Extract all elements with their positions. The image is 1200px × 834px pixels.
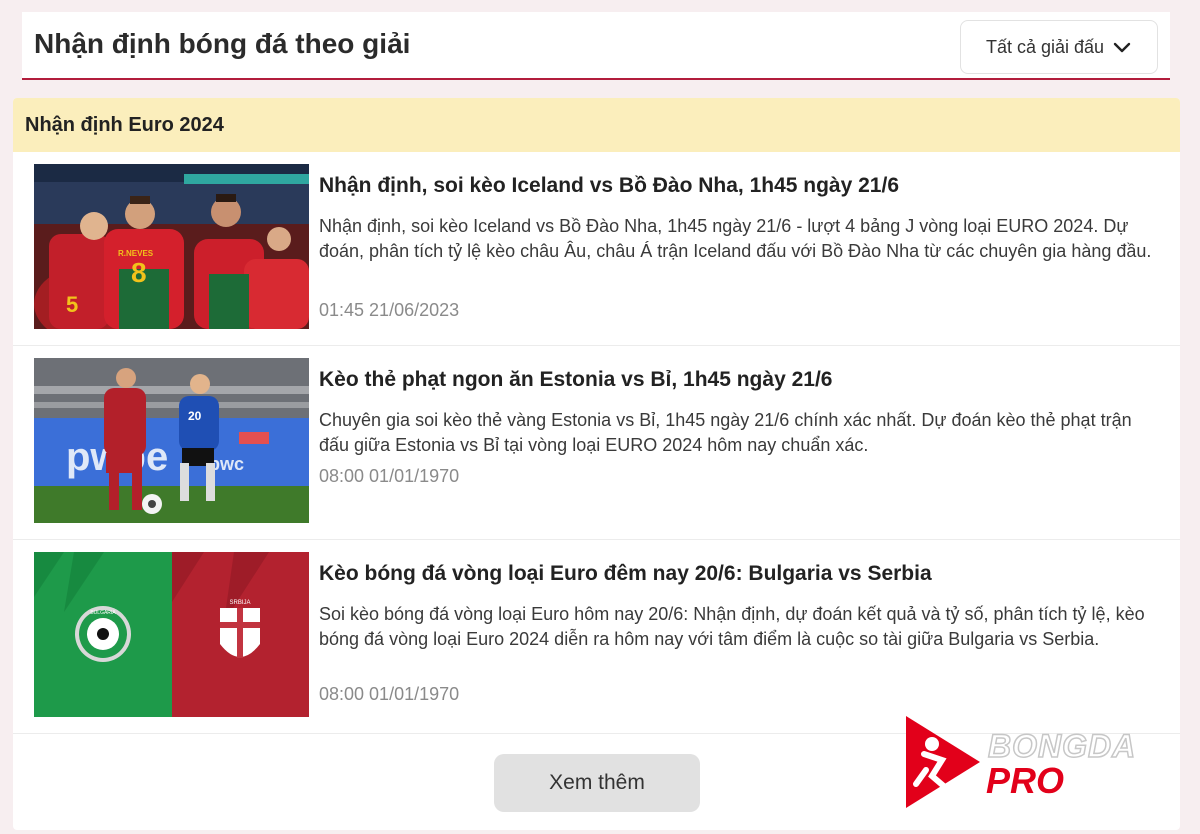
svg-text:5: 5 xyxy=(66,292,78,317)
article-date: 08:00 01/01/1970 xyxy=(319,466,460,486)
chevron-down-icon xyxy=(1113,42,1131,53)
article-title[interactable]: Kèo bóng đá vòng loại Euro đêm nay 20/6:… xyxy=(319,562,1159,586)
svg-text:8: 8 xyxy=(131,257,147,288)
football-match-image: pwbe pwc 20 xyxy=(34,358,309,523)
serbia-crest-text: SRBIJA xyxy=(229,600,250,606)
article-title[interactable]: Nhận định, soi kèo Iceland vs Bồ Đào Nha… xyxy=(319,174,1159,198)
article-thumbnail[interactable]: BULGARIA SRBIJA xyxy=(34,552,309,717)
article-date: 01:45 21/06/2023 xyxy=(319,300,460,320)
bulgaria-vs-serbia-image: BULGARIA SRBIJA xyxy=(34,552,309,717)
article-date: 08:00 01/01/1970 xyxy=(319,684,460,704)
article-description: Soi kèo bóng đá vòng loại Euro hôm nay 2… xyxy=(319,604,1145,649)
svg-text:20: 20 xyxy=(188,409,202,423)
article-description: Chuyên gia soi kèo thẻ vàng Estonia vs B… xyxy=(319,410,1132,455)
bongda-pro-logo: BONGDA PRO xyxy=(902,712,1166,812)
page-header: Nhận định bóng đá theo giải Tất cả giải … xyxy=(22,12,1170,80)
play-icon xyxy=(906,716,980,808)
page-title: Nhận định bóng đá theo giải xyxy=(34,28,411,59)
article-thumbnail[interactable]: 8 R.NEVES 5 xyxy=(34,164,309,329)
article-item: pwbe pwc 20 Kèo thẻ phạt ngon ăn Estonia… xyxy=(13,346,1180,540)
section-title: Nhận định Euro 2024 xyxy=(13,98,1180,152)
league-select-value: Tất cả giải đấu xyxy=(985,36,1105,57)
article-title[interactable]: Kèo thẻ phạt ngon ăn Estonia vs Bỉ, 1h45… xyxy=(319,368,1159,392)
article-item: BULGARIA SRBIJA Kèo bóng đá vòng loại Eu… xyxy=(13,540,1180,734)
football-players-image: 8 R.NEVES 5 xyxy=(34,164,309,329)
article-description: Nhận định, soi kèo Iceland vs Bồ Đào Nha… xyxy=(319,216,1152,261)
article-item: 8 R.NEVES 5 Nhận định, soi kèo Iceland v… xyxy=(13,152,1180,346)
logo-word-pro: PRO xyxy=(986,760,1065,801)
league-select[interactable]: Tất cả giải đấu xyxy=(960,20,1158,74)
bulgaria-crest-text: BULGARIA xyxy=(90,610,116,616)
shirt-name-text: R.NEVES xyxy=(118,249,154,258)
load-more-button[interactable]: Xem thêm xyxy=(494,754,700,812)
article-thumbnail[interactable]: pwbe pwc 20 xyxy=(34,358,309,523)
